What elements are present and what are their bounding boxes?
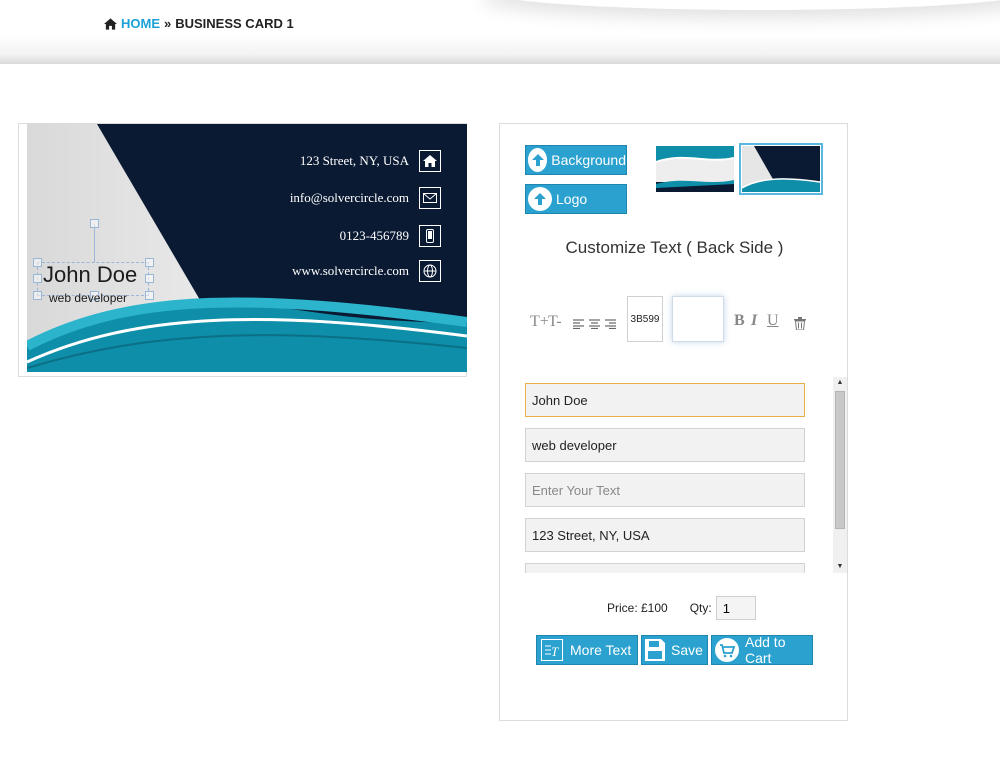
card-address-text: 123 Street, NY, USA — [299, 153, 409, 168]
color-code-input[interactable]: 3B599 — [627, 296, 663, 342]
text-field-empty[interactable] — [525, 473, 805, 507]
rotate-handle[interactable] — [90, 219, 99, 228]
header-decoration — [480, 0, 1000, 10]
text-field-email[interactable] — [525, 563, 805, 573]
card-title-text[interactable]: web developer — [49, 291, 127, 305]
text-field-title[interactable] — [525, 428, 805, 462]
business-card-preview: 123 Street, NY, USA info@solvercircle.co… — [27, 124, 467, 372]
scroll-up-arrow[interactable]: ▲ — [833, 377, 847, 389]
customize-text-title: Customize Text ( Back Side ) — [565, 238, 784, 257]
home-icon — [419, 150, 441, 172]
upload-icon — [528, 187, 552, 211]
card-preview-frame: 123 Street, NY, USA info@solvercircle.co… — [18, 123, 467, 377]
decrease-font-button[interactable]: T- — [548, 313, 562, 331]
align-right-icon[interactable] — [605, 316, 616, 334]
resize-handle-tl[interactable] — [33, 258, 42, 267]
resize-handle-l[interactable] — [33, 274, 42, 283]
globe-icon — [419, 260, 441, 282]
logo-upload-button[interactable]: Logo — [525, 184, 627, 214]
quantity-input[interactable] — [715, 596, 756, 620]
text-fields-list: ▲ ▼ — [525, 377, 847, 573]
page-header: HOME » BUSINESS CARD 1 — [0, 0, 1000, 64]
save-label: Save — [671, 642, 703, 658]
resize-handle-tr[interactable] — [145, 258, 154, 267]
breadcrumb: HOME » BUSINESS CARD 1 — [104, 16, 294, 31]
price-label: Price: £100 — [607, 601, 668, 615]
card-website-text: www.solvercircle.com — [292, 263, 409, 278]
add-to-cart-button[interactable]: Add to Cart — [711, 634, 813, 666]
more-text-label: More Text — [570, 642, 632, 658]
italic-button[interactable]: I — [751, 312, 757, 330]
more-text-button[interactable]: T More Text — [536, 635, 638, 665]
breadcrumb-home-link[interactable]: HOME — [121, 16, 160, 31]
svg-text:T: T — [551, 644, 559, 659]
scroll-thumb[interactable] — [835, 391, 845, 529]
card-front-thumbnail[interactable] — [656, 146, 734, 192]
upload-icon — [528, 148, 548, 172]
card-email-text: info@solvercircle.com — [289, 190, 409, 205]
card-contact-website: www.solvercircle.com — [292, 260, 441, 282]
card-name-text[interactable]: John Doe — [43, 262, 137, 288]
floppy-disk-icon — [645, 638, 665, 662]
logo-button-label: Logo — [556, 191, 588, 207]
add-to-cart-label: Add to Cart — [745, 634, 786, 666]
phone-icon — [419, 225, 441, 247]
breadcrumb-separator: » — [164, 16, 172, 31]
text-toolbar: T+ T- 3B599 B I U — [530, 296, 820, 344]
save-button[interactable]: Save — [641, 635, 708, 665]
trash-icon[interactable] — [794, 317, 806, 335]
align-left-icon[interactable] — [573, 316, 584, 334]
home-icon — [104, 17, 117, 30]
cart-icon — [715, 638, 739, 662]
qty-label: Qty: — [689, 601, 712, 615]
mail-icon — [419, 187, 441, 209]
card-contact-address: 123 Street, NY, USA — [300, 150, 441, 172]
breadcrumb-current: BUSINESS CARD 1 — [175, 16, 294, 31]
card-back-thumbnail[interactable] — [739, 143, 823, 195]
fields-scrollbar[interactable]: ▲ ▼ — [833, 377, 847, 573]
customize-panel: Background Logo Customize Text ( Back Si… — [499, 123, 848, 721]
price-qty-row: Price: £100 Qty: — [607, 596, 756, 620]
rotate-handle-line — [94, 224, 95, 262]
increase-font-button[interactable]: T+ — [530, 313, 549, 331]
text-field-address[interactable] — [525, 518, 805, 552]
bold-button[interactable]: B — [734, 312, 745, 330]
underline-button[interactable]: U — [767, 312, 779, 330]
background-button-label: Background — [551, 152, 626, 168]
resize-handle-r[interactable] — [145, 274, 154, 283]
background-upload-button[interactable]: Background — [525, 145, 627, 175]
align-center-icon[interactable] — [589, 316, 600, 334]
scroll-down-arrow[interactable]: ▼ — [833, 561, 847, 573]
card-phone-text: 0123-456789 — [339, 228, 409, 243]
text-icon: T — [540, 638, 564, 662]
card-contact-phone: 0123-456789 — [340, 225, 441, 247]
card-contact-email: info@solvercircle.com — [290, 187, 441, 209]
resize-handle-bl[interactable] — [33, 291, 42, 300]
text-field-name[interactable] — [525, 383, 805, 417]
color-picker-swatch[interactable] — [672, 296, 724, 342]
resize-handle-br[interactable] — [145, 291, 154, 300]
